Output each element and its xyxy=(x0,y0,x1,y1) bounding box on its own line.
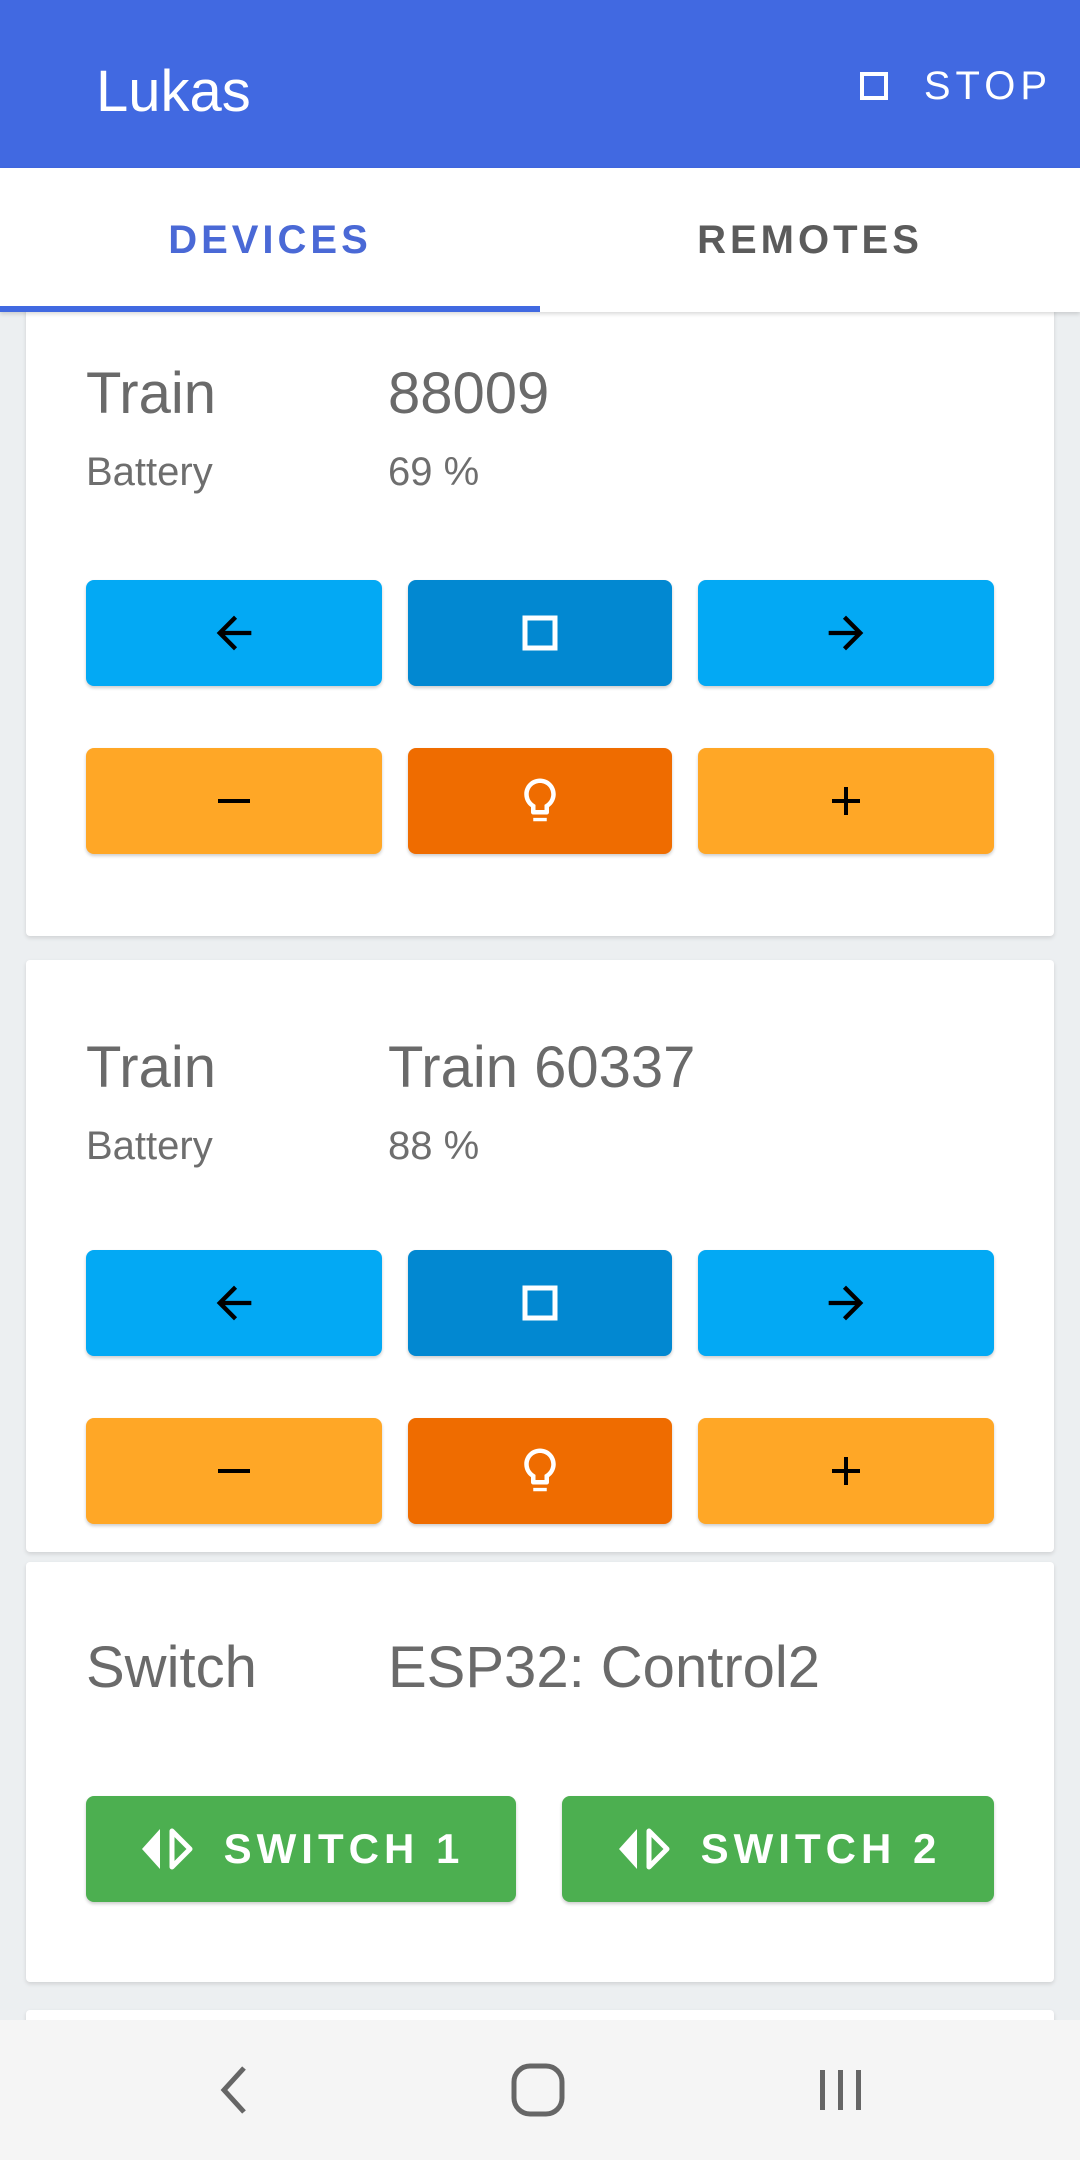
battery-label: Battery xyxy=(86,1124,213,1168)
arrow-left-icon xyxy=(216,615,252,651)
switch-arrows-icon xyxy=(618,1828,670,1870)
app-title: Lukas xyxy=(96,59,251,124)
back-nav-icon[interactable] xyxy=(214,2060,254,2120)
lightbulb-icon xyxy=(524,1448,556,1492)
recents-nav-icon[interactable] xyxy=(812,2060,868,2120)
device-card-train: Train 88009 Battery 69 % xyxy=(26,300,1054,936)
light-button[interactable] xyxy=(408,1418,672,1524)
device-type-label: Train xyxy=(86,1035,216,1100)
stop-square-icon xyxy=(522,1285,558,1321)
device-name-label: 88009 xyxy=(388,361,550,426)
tab-bar: DEVICES REMOTES xyxy=(0,168,1080,312)
lightbulb-icon xyxy=(524,778,556,822)
device-name-label: ESP32: Control2 xyxy=(388,1635,821,1700)
active-tab-indicator xyxy=(0,306,540,312)
tab-devices[interactable]: DEVICES xyxy=(0,168,540,312)
battery-value: 88 % xyxy=(388,1124,480,1168)
app-bar: Lukas STOP xyxy=(0,0,1080,168)
device-card-switch: Switch ESP32: Control2 SWITCH 1 SWITCH 2 xyxy=(26,1562,1054,1982)
plus-icon xyxy=(832,787,860,815)
decrease-speed-button[interactable] xyxy=(86,1418,382,1524)
switch-2-label: SWITCH 2 xyxy=(700,1825,942,1872)
forward-button[interactable] xyxy=(698,580,994,686)
forward-button[interactable] xyxy=(698,1250,994,1356)
device-type-label: Switch xyxy=(86,1635,257,1700)
stop-label: STOP xyxy=(923,63,1052,108)
plus-icon xyxy=(832,1457,860,1485)
device-name-label: Train 60337 xyxy=(388,1035,696,1100)
increase-speed-button[interactable] xyxy=(698,748,994,854)
switch-1-button[interactable]: SWITCH 1 xyxy=(86,1796,516,1902)
stop-square-icon xyxy=(522,615,558,651)
device-card-train: Train Train 60337 Battery 88 % xyxy=(26,960,1054,1552)
arrow-right-icon xyxy=(828,615,864,651)
switch-2-button[interactable]: SWITCH 2 xyxy=(562,1796,994,1902)
arrow-left-icon xyxy=(216,1285,252,1321)
backward-button[interactable] xyxy=(86,1250,382,1356)
stop-train-button[interactable] xyxy=(408,1250,672,1356)
stop-square-icon xyxy=(859,72,888,100)
backward-button[interactable] xyxy=(86,580,382,686)
battery-value: 69 % xyxy=(388,450,480,494)
switch-arrows-icon xyxy=(141,1828,193,1870)
tab-remotes[interactable]: REMOTES xyxy=(540,168,1080,312)
system-navigation-bar xyxy=(0,2020,1080,2160)
home-nav-icon[interactable] xyxy=(508,2060,568,2120)
minus-icon xyxy=(218,1469,250,1473)
minus-icon xyxy=(218,799,250,803)
arrow-right-icon xyxy=(828,1285,864,1321)
battery-label: Battery xyxy=(86,450,213,494)
stop-train-button[interactable] xyxy=(408,580,672,686)
switch-1-label: SWITCH 1 xyxy=(223,1825,465,1872)
increase-speed-button[interactable] xyxy=(698,1418,994,1524)
stop-all-button[interactable]: STOP xyxy=(859,56,1052,116)
decrease-speed-button[interactable] xyxy=(86,748,382,854)
device-type-label: Train xyxy=(86,361,216,426)
light-button[interactable] xyxy=(408,748,672,854)
